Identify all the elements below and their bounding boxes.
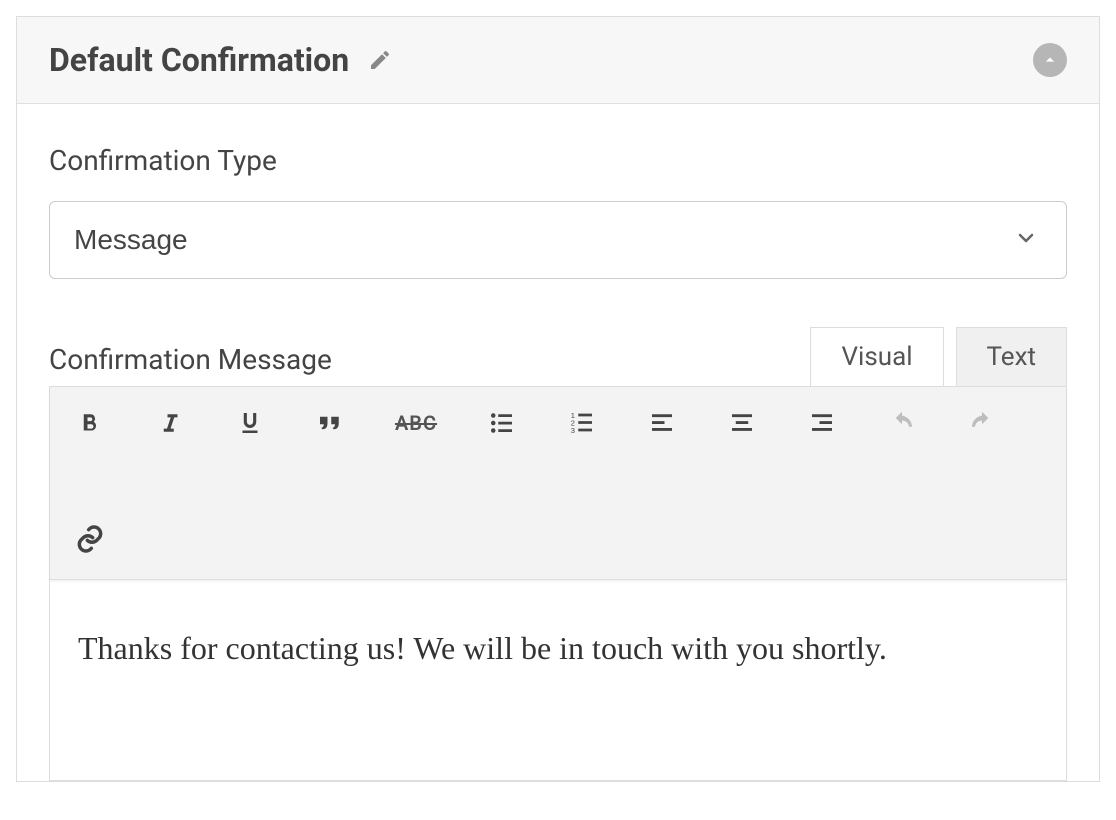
confirmation-type-select[interactable] xyxy=(49,201,1067,279)
redo-button[interactable] xyxy=(960,401,1004,445)
strikethrough-button[interactable]: ABC xyxy=(388,401,444,445)
bulleted-list-button[interactable] xyxy=(480,401,524,445)
confirmation-message-label: Confirmation Message xyxy=(49,343,332,376)
panel-body: Confirmation Type Confirmation Message V… xyxy=(17,104,1099,781)
rich-text-editor: ABC 123 xyxy=(49,386,1067,781)
align-left-button[interactable] xyxy=(640,401,684,445)
confirmation-message-section: Confirmation Message Visual Text xyxy=(49,327,1067,781)
confirmation-type-value[interactable] xyxy=(50,202,1066,278)
editor-toolbar: ABC 123 xyxy=(50,387,1066,580)
pencil-icon[interactable] xyxy=(367,47,393,73)
svg-text:3: 3 xyxy=(571,426,575,435)
tab-text[interactable]: Text xyxy=(956,327,1067,386)
collapse-panel-button[interactable] xyxy=(1033,43,1067,77)
link-button[interactable] xyxy=(68,517,112,561)
numbered-list-button[interactable]: 123 xyxy=(560,401,604,445)
editor-content-area[interactable]: Thanks for contacting us! We will be in … xyxy=(50,580,1066,780)
align-center-button[interactable] xyxy=(720,401,764,445)
tab-visual[interactable]: Visual xyxy=(810,327,943,386)
confirmation-panel: Default Confirmation Confirmation Type C… xyxy=(16,16,1100,782)
align-right-button[interactable] xyxy=(800,401,844,445)
bold-button[interactable] xyxy=(68,401,112,445)
underline-button[interactable] xyxy=(228,401,272,445)
editor-content-text: Thanks for contacting us! We will be in … xyxy=(78,620,1038,678)
blockquote-button[interactable] xyxy=(308,401,352,445)
panel-header: Default Confirmation xyxy=(17,17,1099,104)
confirmation-type-label: Confirmation Type xyxy=(49,144,1067,177)
editor-tabs: Visual Text xyxy=(810,327,1067,386)
panel-title: Default Confirmation xyxy=(49,41,349,79)
undo-button[interactable] xyxy=(880,401,924,445)
italic-button[interactable] xyxy=(148,401,192,445)
